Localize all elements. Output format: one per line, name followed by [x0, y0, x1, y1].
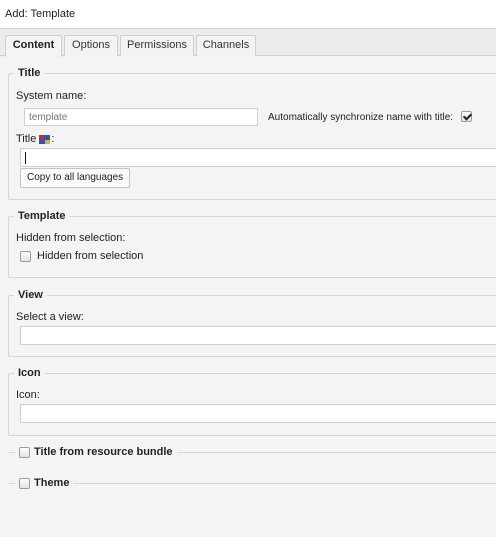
- resource-bundle-checkbox[interactable]: [19, 447, 30, 458]
- title-label-colon: :: [51, 133, 55, 145]
- theme-fieldset: Theme: [8, 477, 496, 490]
- tab-bar: Content Options Permissions Channels: [0, 29, 496, 57]
- tab-options[interactable]: Options: [64, 35, 118, 56]
- hidden-from-selection-label: Hidden from selection:: [16, 232, 126, 244]
- resource-bundle-legend[interactable]: Title from resource bundle: [15, 446, 177, 459]
- view-select[interactable]: [20, 326, 496, 345]
- sync-label: Automatically synchronize name with titl…: [268, 112, 454, 123]
- tab-permissions[interactable]: Permissions: [120, 35, 194, 56]
- tab-content[interactable]: Content: [5, 35, 62, 57]
- system-name-label: System name:: [16, 90, 87, 102]
- view-legend: View: [14, 289, 47, 302]
- icon-legend: Icon: [14, 367, 45, 380]
- system-name-input[interactable]: [24, 108, 258, 126]
- title-legend: Title: [14, 67, 45, 80]
- hidden-from-selection-checkbox-label: Hidden from selection: [37, 250, 144, 262]
- sync-checkbox[interactable]: [461, 111, 472, 122]
- theme-label: Theme: [34, 477, 70, 489]
- icon-input[interactable]: [20, 404, 496, 423]
- tab-channels[interactable]: Channels: [196, 35, 256, 56]
- template-legend: Template: [14, 210, 70, 223]
- text-cursor: [25, 152, 26, 164]
- hidden-from-selection-checkbox[interactable]: [20, 250, 31, 262]
- resource-bundle-label: Title from resource bundle: [34, 446, 173, 458]
- hidden-from-selection-row: Hidden from selection: [20, 250, 143, 262]
- select-view-label: Select a view:: [16, 311, 84, 323]
- copy-to-all-languages-button[interactable]: Copy to all languages: [20, 168, 131, 188]
- title-label-row: Title :: [16, 133, 54, 145]
- flag-icon: [39, 134, 51, 144]
- template-fieldset: Template: [8, 210, 496, 278]
- theme-legend[interactable]: Theme: [15, 477, 74, 490]
- title-label: Title: [16, 133, 37, 145]
- resource-bundle-fieldset: Title from resource bundle: [8, 446, 496, 459]
- window-title-text: Add: Template: [5, 8, 76, 20]
- title-input[interactable]: [20, 148, 496, 167]
- icon-field-label: Icon:: [16, 389, 40, 401]
- theme-checkbox[interactable]: [19, 478, 30, 489]
- window-title: Add: Template: [0, 0, 496, 29]
